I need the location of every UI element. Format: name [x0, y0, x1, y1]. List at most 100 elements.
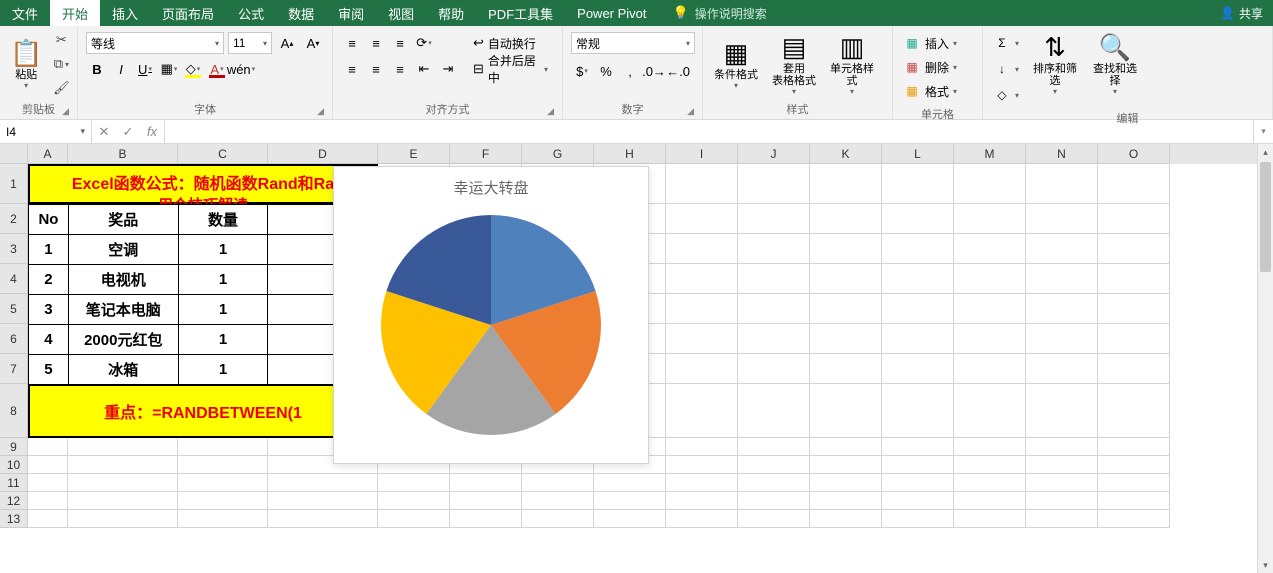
comma-button[interactable]: ,: [619, 60, 641, 82]
align-bottom-button[interactable]: ≡: [389, 32, 411, 54]
scroll-up-button[interactable]: ▴: [1258, 144, 1273, 160]
cancel-formula-button[interactable]: ✕: [92, 124, 116, 140]
copy-button[interactable]: ⧉: [50, 54, 72, 74]
tell-me-search[interactable]: 💡 操作说明搜索: [659, 0, 781, 26]
tab-page-layout[interactable]: 页面布局: [150, 0, 226, 26]
row-header-7[interactable]: 7: [0, 354, 28, 384]
tab-view[interactable]: 视图: [376, 0, 426, 26]
column-header-B[interactable]: B: [68, 144, 178, 164]
row-header-10[interactable]: 10: [0, 456, 28, 474]
tab-file[interactable]: 文件: [0, 0, 50, 26]
number-format-select[interactable]: 常规▾: [571, 32, 695, 54]
align-top-button[interactable]: ≡: [341, 32, 363, 54]
select-all-corner[interactable]: [0, 144, 28, 164]
bold-button[interactable]: B: [86, 58, 108, 80]
number-dialog-launcher[interactable]: ◢: [687, 106, 694, 117]
autosum-button[interactable]: Σ▾: [993, 32, 1019, 54]
column-header-K[interactable]: K: [810, 144, 882, 164]
column-header-I[interactable]: I: [666, 144, 738, 164]
row-header-13[interactable]: 13: [0, 510, 28, 528]
percent-button[interactable]: %: [595, 60, 617, 82]
sort-filter-button[interactable]: ⇅排序和筛选▾: [1025, 28, 1085, 100]
increase-indent-button[interactable]: ⇥: [437, 58, 459, 80]
tab-review[interactable]: 审阅: [326, 0, 376, 26]
column-header-M[interactable]: M: [954, 144, 1026, 164]
fill-button[interactable]: ↓▾: [993, 58, 1019, 80]
font-name-select[interactable]: 等线▾: [86, 32, 224, 54]
column-header-E[interactable]: E: [378, 144, 450, 164]
wrap-text-button[interactable]: ↩自动换行: [467, 32, 554, 54]
clipboard-dialog-launcher[interactable]: ◢: [62, 106, 69, 117]
accounting-format-button[interactable]: $: [571, 60, 593, 82]
scroll-thumb[interactable]: [1260, 162, 1271, 272]
row-header-2[interactable]: 2: [0, 204, 28, 234]
column-header-G[interactable]: G: [522, 144, 594, 164]
font-color-button[interactable]: A: [206, 58, 228, 80]
insert-cells-button[interactable]: ▦插入▾: [903, 32, 957, 54]
fx-button[interactable]: fx: [140, 124, 164, 139]
row-header-12[interactable]: 12: [0, 492, 28, 510]
tab-data[interactable]: 数据: [276, 0, 326, 26]
alignment-dialog-launcher[interactable]: ◢: [547, 106, 554, 117]
cut-button[interactable]: ✂: [50, 30, 72, 50]
column-header-C[interactable]: C: [178, 144, 268, 164]
conditional-formatting-button[interactable]: ▦条件格式▾: [707, 28, 765, 100]
increase-decimal-button[interactable]: .0→: [643, 60, 665, 82]
name-box[interactable]: I4▾: [0, 120, 92, 143]
cell-styles-button[interactable]: ▥单元格样式▾: [823, 28, 881, 100]
tab-help[interactable]: 帮助: [426, 0, 476, 26]
column-header-N[interactable]: N: [1026, 144, 1098, 164]
row-header-5[interactable]: 5: [0, 294, 28, 324]
row-header-11[interactable]: 11: [0, 474, 28, 492]
row-header-6[interactable]: 6: [0, 324, 28, 354]
paste-button[interactable]: 📋 粘贴 ▾: [4, 28, 48, 100]
tab-insert[interactable]: 插入: [100, 0, 150, 26]
delete-cells-button[interactable]: ▦删除▾: [903, 56, 957, 78]
decrease-font-button[interactable]: A▾: [302, 32, 324, 54]
decrease-decimal-button[interactable]: ←.0: [667, 60, 689, 82]
tab-formulas[interactable]: 公式: [226, 0, 276, 26]
italic-button[interactable]: I: [110, 58, 132, 80]
row-header-1[interactable]: 1: [0, 164, 28, 204]
scroll-down-button[interactable]: ▾: [1258, 557, 1273, 573]
column-header-A[interactable]: A: [28, 144, 68, 164]
decrease-indent-button[interactable]: ⇤: [413, 58, 435, 80]
align-left-button[interactable]: ≡: [341, 58, 363, 80]
tab-home[interactable]: 开始: [50, 0, 100, 26]
confirm-formula-button[interactable]: ✓: [116, 124, 140, 140]
orientation-button[interactable]: ⟳: [413, 32, 435, 54]
embedded-chart[interactable]: 幸运大转盘: [333, 166, 649, 464]
align-center-button[interactable]: ≡: [365, 58, 387, 80]
clear-button[interactable]: ◇▾: [993, 84, 1019, 106]
align-middle-button[interactable]: ≡: [365, 32, 387, 54]
share-button[interactable]: 👤 共享: [1210, 0, 1273, 26]
tab-pdf[interactable]: PDF工具集: [476, 0, 565, 26]
cells-canvas[interactable]: Excel函数公式：随机函数Rand和Ra 用个技巧解读 No 奖品 数量 1空…: [28, 164, 1257, 573]
align-right-button[interactable]: ≡: [389, 58, 411, 80]
column-header-J[interactable]: J: [738, 144, 810, 164]
underline-button[interactable]: U: [134, 58, 156, 80]
format-cells-button[interactable]: ▦格式▾: [903, 80, 957, 102]
column-header-O[interactable]: O: [1098, 144, 1170, 164]
row-header-4[interactable]: 4: [0, 264, 28, 294]
vertical-scrollbar[interactable]: ▴ ▾: [1257, 144, 1273, 573]
chevron-down-icon: ▾: [80, 126, 85, 137]
column-header-D[interactable]: D: [268, 144, 378, 164]
tab-power-pivot[interactable]: Power Pivot: [565, 0, 658, 26]
row-header-8[interactable]: 8: [0, 384, 28, 438]
column-header-F[interactable]: F: [450, 144, 522, 164]
row-header-9[interactable]: 9: [0, 438, 28, 456]
border-button[interactable]: ▦: [158, 58, 180, 80]
fill-color-button[interactable]: ◇: [182, 58, 204, 80]
merge-center-button[interactable]: ⊟合并后居中▾: [467, 58, 554, 80]
font-size-select[interactable]: 11▾: [228, 32, 272, 54]
phonetic-button[interactable]: wén: [230, 58, 252, 80]
column-header-H[interactable]: H: [594, 144, 666, 164]
find-select-button[interactable]: 🔍查找和选择▾: [1085, 28, 1145, 100]
row-header-3[interactable]: 3: [0, 234, 28, 264]
font-dialog-launcher[interactable]: ◢: [317, 106, 324, 117]
increase-font-button[interactable]: A▴: [276, 32, 298, 54]
column-header-L[interactable]: L: [882, 144, 954, 164]
format-painter-button[interactable]: 🖌: [50, 78, 72, 98]
format-as-table-button[interactable]: ▤套用 表格格式▾: [765, 28, 823, 100]
